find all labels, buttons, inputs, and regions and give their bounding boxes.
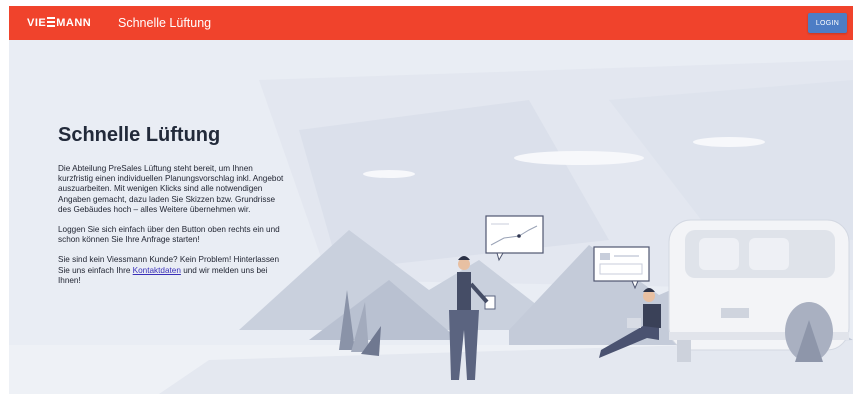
logo-text-right: MANN	[56, 17, 92, 29]
logo-mark-icon	[47, 17, 56, 27]
app-frame: VIE MANN Schnelle Lüftung LOGIN Schnelle…	[9, 6, 853, 394]
login-button[interactable]: LOGIN	[808, 13, 847, 33]
contact-paragraph: Sie sind kein Viessmann Kunde? Kein Prob…	[58, 255, 290, 286]
viessmann-logo[interactable]: VIE MANN	[27, 17, 91, 29]
top-bar: VIE MANN Schnelle Lüftung LOGIN	[9, 6, 853, 40]
logo-text-left: VIE	[27, 17, 47, 29]
contact-data-link[interactable]: Kontaktdaten	[133, 266, 181, 275]
app-title: Schnelle Lüftung	[118, 16, 212, 30]
intro-panel: Schnelle Lüftung Die Abteilung PreSales …	[58, 124, 290, 296]
login-hint-paragraph: Loggen Sie sich einfach über den Button …	[58, 225, 280, 245]
page-heading: Schnelle Lüftung	[58, 124, 221, 146]
intro-paragraph: Die Abteilung PreSales Lüftung steht ber…	[58, 164, 284, 214]
